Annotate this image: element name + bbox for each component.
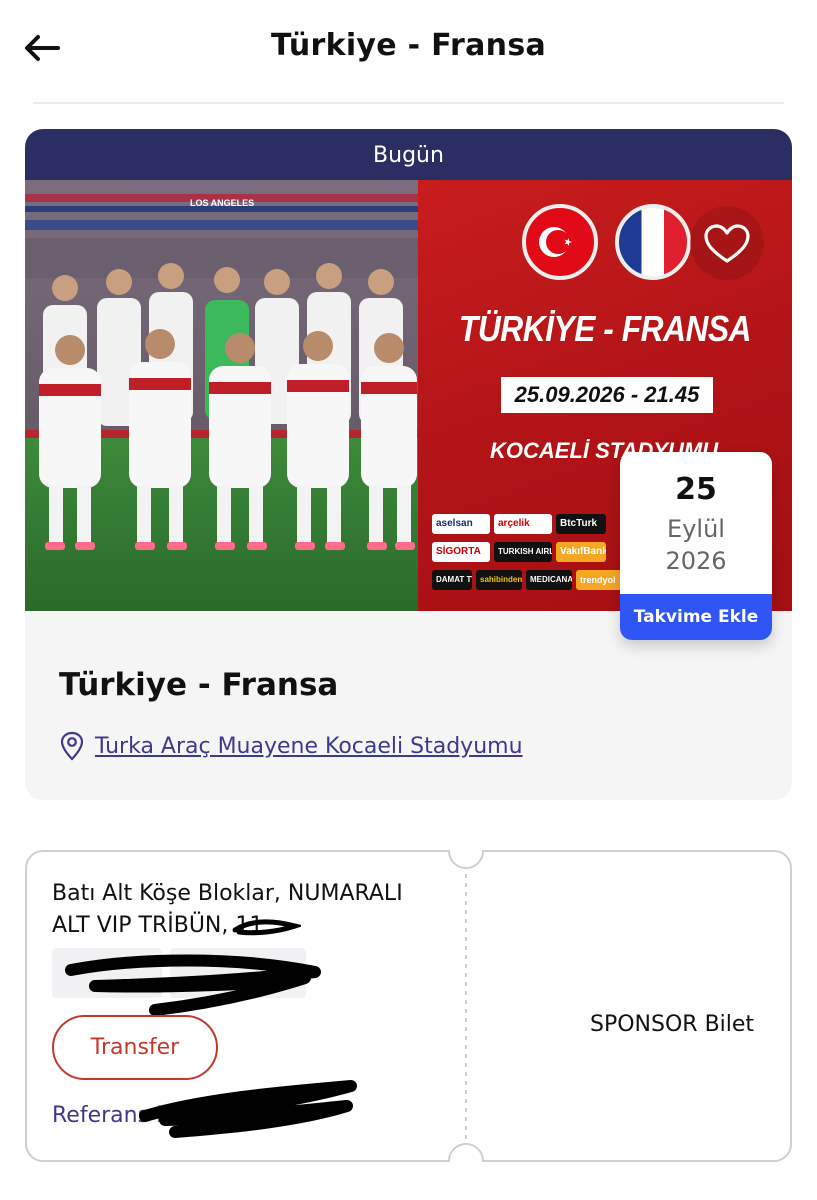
turkey-flag-icon xyxy=(522,204,598,280)
heart-icon xyxy=(704,224,750,263)
sponsor-logo: BtcTurk xyxy=(556,514,606,534)
sponsor-logo: aselsan xyxy=(432,514,490,534)
france-flag-icon xyxy=(615,204,691,280)
banner-date-time: 25.09.2026 - 21.45 xyxy=(501,377,713,413)
date-year: 2026 xyxy=(665,547,727,575)
ticket-type: SPONSOR Bilet xyxy=(590,1012,755,1037)
date-month: Eylül xyxy=(667,515,725,543)
page-title: Türkiye - Fransa xyxy=(270,28,547,63)
venue-link[interactable]: Turka Araç Muayene Kocaeli Stadyumu xyxy=(95,734,523,759)
sponsor-logo: TURKISH AIRLINES xyxy=(494,542,552,562)
team-photo xyxy=(25,180,418,611)
redaction-scribble xyxy=(65,954,321,1016)
location-pin-icon xyxy=(60,731,84,761)
sponsor-logo: VakıfBank xyxy=(556,542,606,562)
stadium-sign: LOS ANGELES xyxy=(190,198,255,208)
sponsor-logo: MEDICANA xyxy=(526,570,572,590)
sponsor-logo: arçelik xyxy=(494,514,552,534)
event-date-badge: 25 Eylül 2026 Takvime Ekle xyxy=(620,452,772,640)
transfer-button[interactable]: Transfer xyxy=(52,1015,218,1080)
sponsor-logo: sahibinden.com xyxy=(476,570,522,590)
header-divider xyxy=(33,102,784,104)
app-header: Türkiye - Fransa xyxy=(0,0,817,104)
date-day: 25 xyxy=(675,472,717,507)
event-name: Türkiye - Fransa xyxy=(59,667,339,703)
venue-row: Turka Araç Muayene Kocaeli Stadyumu xyxy=(59,731,523,761)
sponsor-logo: DAMAT TWEEN xyxy=(432,570,472,590)
favorite-button[interactable] xyxy=(690,206,764,280)
sponsor-logo: SİGORTA xyxy=(432,542,490,562)
sponsor-logo: trendyol xyxy=(576,570,622,590)
event-status-bar: Bugün xyxy=(25,129,792,180)
redaction-scribble xyxy=(232,919,301,936)
event-card[interactable]: Bugün LOS ANGELES TÜRKİYE - FRANSA 25.09… xyxy=(25,129,792,800)
add-to-calendar-button[interactable]: Takvime Ekle xyxy=(620,594,772,640)
ticket-card[interactable]: Batı Alt Köşe Bloklar, NUMARALI ALT VIP … xyxy=(25,850,792,1162)
redaction-scribble xyxy=(139,1080,357,1138)
banner-match-title: TÜRKİYE - FRANSA xyxy=(458,308,752,349)
